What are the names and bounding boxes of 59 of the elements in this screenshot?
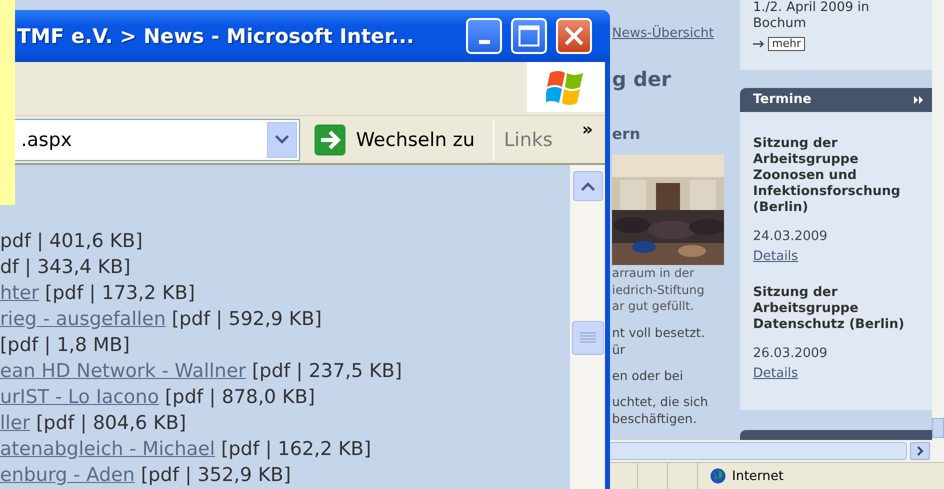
document-link[interactable]: enburg - Aden (0, 464, 135, 486)
document-link[interactable]: urIST - Lo Iacono (0, 386, 159, 408)
document-entry: pdf | 401,6 KB] (0, 229, 144, 254)
chevron-down-icon (275, 135, 289, 144)
article-text: uchtet, die sich (612, 392, 710, 410)
globe-icon (710, 468, 726, 484)
dropdown-button[interactable] (267, 122, 297, 158)
details-link[interactable]: Details (753, 248, 798, 264)
zone-label: Internet (732, 468, 784, 484)
document-entry: [pdf | 1,8 MB] (0, 333, 131, 358)
article-text: ür (612, 340, 626, 358)
photo-caption: ar gut gefüllt. (612, 298, 695, 314)
details-link[interactable]: Details (753, 366, 798, 382)
event-text: 1./2. April 2009 in (753, 0, 870, 16)
document-entry: df | 343,4 KB] (0, 255, 132, 280)
minimize-icon (478, 40, 490, 44)
event-title: Sitzung der Arbeitsgruppe Zoonosen und Infektionsforschung (Berlin) (753, 136, 902, 216)
article-heading: g der (612, 67, 672, 91)
chevron-right-icon (916, 446, 924, 456)
window-title: TMF e.V. > News - Microsoft Inter... (16, 24, 416, 48)
event-date: 26.03.2009 (753, 346, 828, 362)
document-link[interactable]: rieg - ausgefallen (0, 308, 166, 330)
document-entry: urIST - Lo Iacono [pdf | 878,0 KB] (0, 385, 316, 410)
minimize-button[interactable] (466, 18, 502, 54)
back-link[interactable]: News-Übersicht (612, 26, 740, 41)
article-text: beschäftigen. (612, 410, 698, 426)
document-entry: hter [pdf | 173,2 KB] (0, 281, 196, 306)
more-button[interactable]: mehr (768, 37, 805, 51)
chevron-up-icon (580, 182, 594, 190)
go-button[interactable]: Wechseln zu (310, 118, 479, 160)
maximize-icon (518, 25, 540, 47)
document-link[interactable]: atenabgleich - Michael (0, 438, 216, 460)
chevron-button[interactable]: » (582, 120, 593, 140)
scroll-up-button[interactable] (572, 171, 602, 201)
document-entry: atenabgleich - Michael [pdf | 162,2 KB] (0, 437, 372, 462)
article-text: nt voll besetzt. (612, 324, 706, 340)
photo-caption: arraum in der (612, 265, 696, 282)
document-entry: ean HD Network - Wallner [pdf | 237,5 KB] (0, 359, 404, 384)
document-link[interactable]: ller (0, 412, 30, 434)
article-subheading: ern (612, 125, 642, 143)
event-title: Sitzung der Arbeitsgruppe Datenschutz (Berlin) (753, 284, 906, 332)
document-entry: rieg - ausgefallen [pdf | 592,9 KB] (0, 307, 323, 332)
article-text: en oder bei (612, 366, 684, 384)
double-arrow-icon[interactable] (914, 96, 924, 104)
document-entry: ller [pdf | 804,6 KB] (0, 411, 188, 436)
document-entry: enburg - Aden [pdf | 352,9 KB] (0, 463, 292, 488)
event-date: 24.03.2009 (753, 228, 828, 244)
event-text: Bochum (753, 16, 808, 32)
flag-logo-icon (546, 69, 586, 105)
links-label[interactable]: Links (492, 118, 553, 160)
close-button[interactable] (556, 18, 592, 54)
maximize-button[interactable] (511, 18, 547, 54)
document-link[interactable]: ean HD Network - Wallner (0, 360, 246, 382)
grip-icon (580, 332, 596, 344)
panel-title: Termine (753, 92, 812, 108)
photo-caption: iedrich-Stiftung (612, 282, 706, 298)
scroll-right-button[interactable] (910, 442, 930, 460)
close-icon (564, 26, 584, 46)
document-link[interactable]: hter (0, 282, 39, 304)
